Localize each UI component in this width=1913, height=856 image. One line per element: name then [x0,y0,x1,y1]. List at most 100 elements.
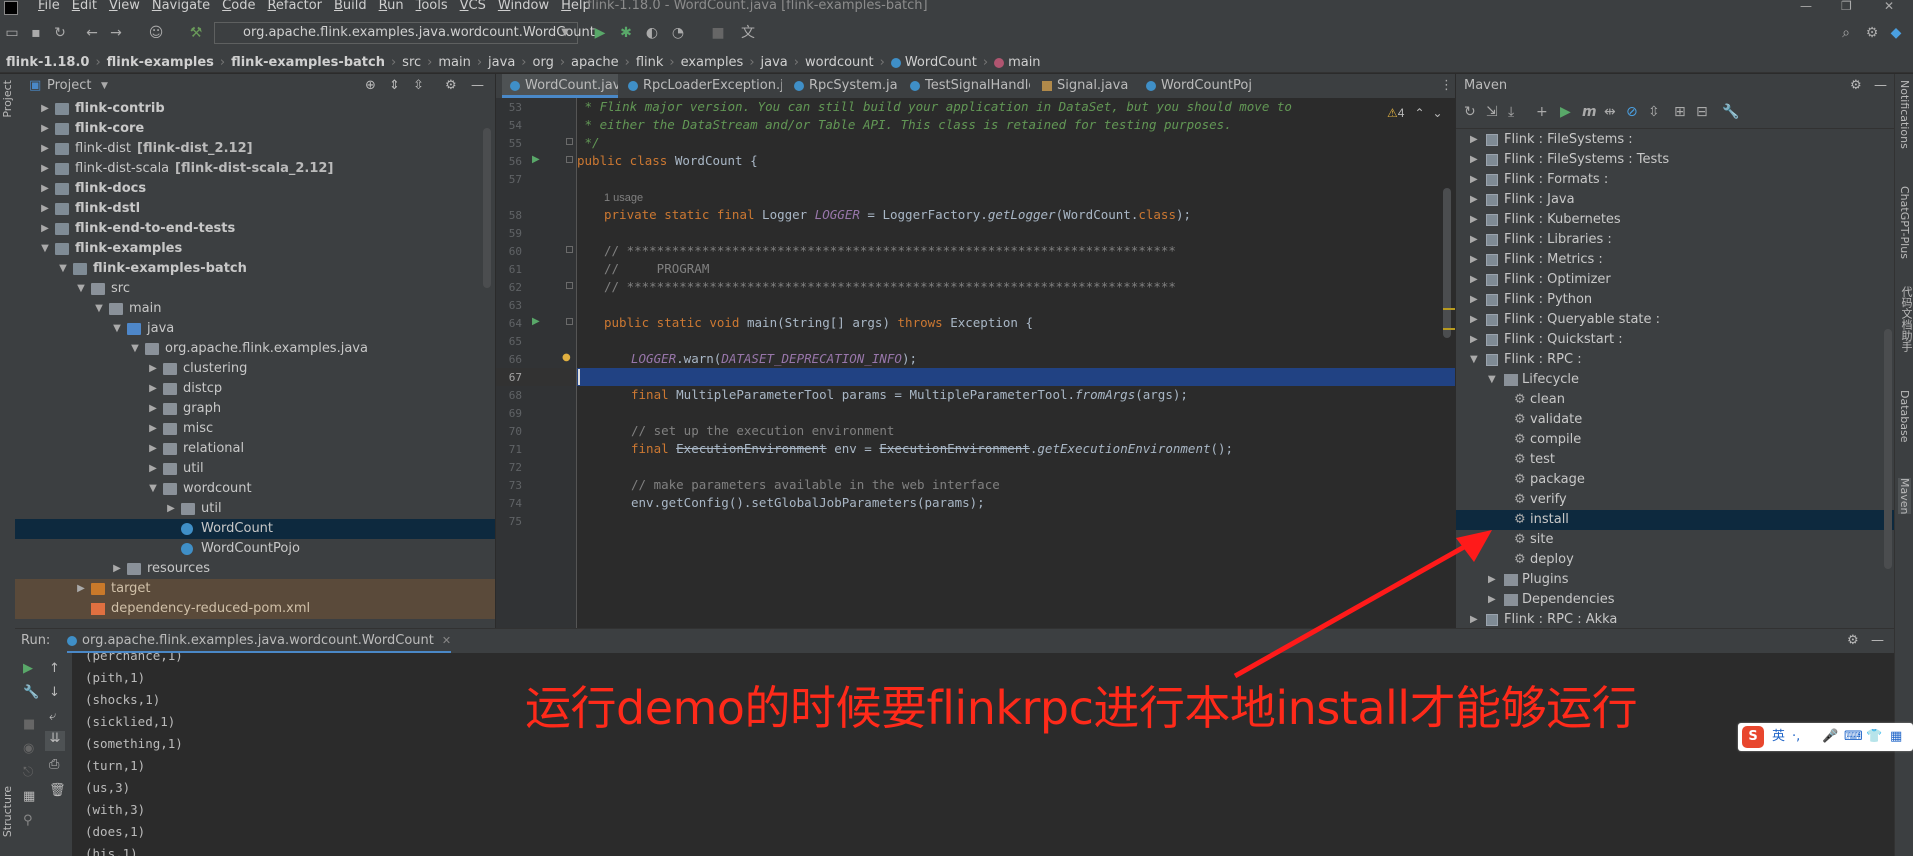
chatgpt-tool-tab[interactable]: ChatGPT-Plus [1898,186,1911,259]
scroll-to-end-icon[interactable]: ⇊ [45,731,65,751]
breadcrumb-item[interactable]: main [438,53,470,73]
maven-tool-tab[interactable]: Maven [1898,478,1911,515]
chevron-right-icon[interactable]: ▶ [147,379,159,399]
execute-goal-icon[interactable]: m [1582,104,1597,120]
chevron-right-icon[interactable]: ▶ [1470,130,1478,150]
fold-icon[interactable] [566,246,573,253]
jetbrains-toolbox-icon[interactable]: ◆ [1888,25,1904,41]
tree-item[interactable]: ▶ flink-dist-scala [flink-dist-scala_2.12] [15,159,495,179]
breadcrumb-item[interactable]: WordCount [905,53,977,73]
hide-icon[interactable]: — [1871,629,1884,653]
maven-tree-item[interactable]: ▶ Flink : Kubernetes [1456,210,1894,230]
database-tool-tab[interactable]: Database [1898,390,1911,443]
reload-icon[interactable]: ↻ [1464,104,1476,120]
gear-icon[interactable]: ⚙ [1850,74,1862,98]
analyze-icon[interactable]: ⊟ [1696,104,1708,120]
chevron-right-icon[interactable]: ▶ [1470,150,1478,170]
maven-tree-item[interactable]: ▶ Flink : Libraries : [1456,230,1894,250]
chevron-right-icon[interactable]: ▶ [39,199,51,219]
maven-tree-item[interactable]: ▶ Dependencies [1456,590,1894,610]
chevron-right-icon[interactable]: ▶ [1470,290,1478,310]
tree-item[interactable]: ▶ distcp [15,379,495,399]
up-arrow-icon[interactable]: ↑ [49,661,60,676]
tree-item[interactable]: ▼ org.apache.flink.examples.java [15,339,495,359]
microphone-icon[interactable]: 🎤 [1822,723,1838,751]
tree-item[interactable]: ▶ flink-dstl [15,199,495,219]
add-icon[interactable]: + [1536,104,1548,120]
maven-tree-item[interactable]: ▶ Plugins [1456,570,1894,590]
tree-item[interactable]: ▶ target [15,579,495,599]
breadcrumb-item[interactable]: flink [636,53,664,73]
project-scrollbar[interactable] [483,128,491,288]
tree-item[interactable]: ▶ flink-docs [15,179,495,199]
menu-build[interactable]: Build [334,0,367,14]
close-window-icon[interactable]: ✕ [1884,0,1894,14]
breadcrumb-item[interactable]: flink-examples [107,53,214,73]
fold-icon[interactable] [566,138,573,145]
chevron-down-icon[interactable]: ▼ [1488,370,1496,390]
menu-view[interactable]: View [109,0,140,14]
tree-item[interactable]: ▼ src [15,279,495,299]
usage-hint[interactable]: 1 usage [604,188,643,206]
toolbox-icon[interactable]: ▦ [1890,723,1902,751]
warning-marker[interactable] [1443,308,1455,310]
maven-tree-item[interactable]: ▶ Flink : Formats : [1456,170,1894,190]
chevron-right-icon[interactable]: ▶ [1470,210,1478,230]
maven-tree-item[interactable]: ▶ Flink : Optimizer [1456,270,1894,290]
tree-item[interactable]: ▼ main [15,299,495,319]
menu-file[interactable]: File [38,0,60,14]
maven-tree-item[interactable]: ▶ Flink : RPC : Akka [1456,610,1894,628]
tree-item[interactable]: ▶ util [15,499,495,519]
maven-scrollbar[interactable] [1884,329,1892,569]
editor-tab[interactable]: WordCountPojo.ja [1138,74,1252,98]
collapse-all-icon[interactable]: ⇳ [1648,104,1660,120]
skip-tests-icon[interactable]: ⊘ [1626,104,1638,120]
chevron-right-icon[interactable]: ▶ [1470,190,1478,210]
maven-tree-item[interactable]: ▼ Lifecycle [1456,370,1894,390]
maven-tree-item[interactable]: ▶ Flink : FileSystems : [1456,130,1894,150]
chevron-right-icon[interactable]: ▶ [165,499,177,519]
locate-icon[interactable]: ⊕ [365,74,376,98]
chevron-right-icon[interactable]: ▶ [1470,250,1478,270]
chevron-right-icon[interactable]: ▶ [1470,230,1478,250]
search-icon[interactable]: ⌕ [1838,25,1854,41]
editor-tab[interactable]: RpcLoaderException.java✕ [620,74,782,98]
pin-icon[interactable]: ⚲ [23,813,33,828]
menu-run[interactable]: Run [379,0,404,14]
next-highlight-icon[interactable]: ⌄ [1433,106,1443,120]
generate-sources-icon[interactable]: ⇲ [1486,104,1498,120]
chevron-right-icon[interactable]: ▶ [1470,170,1478,190]
minimize-icon[interactable]: — [1800,0,1812,14]
chevron-down-icon[interactable]: ▼ [93,299,105,319]
ime-punctuation[interactable]: ·, [1792,723,1800,751]
menu-window[interactable]: Window [498,0,549,14]
hide-icon[interactable]: — [471,74,484,98]
chevron-right-icon[interactable]: ▶ [1470,330,1478,350]
breadcrumb-item[interactable]: java [488,53,515,73]
chevron-down-icon[interactable]: ▼ [75,279,87,299]
tree-item[interactable]: ▶ flink-dist [flink-dist_2.12] [15,139,495,159]
project-panel-title[interactable]: Project [47,74,91,98]
run-icon[interactable]: ▶ [1560,104,1571,120]
chevron-right-icon[interactable]: ▶ [75,579,87,599]
project-tool-tab[interactable]: Project [1,80,14,118]
breadcrumb-item[interactable]: flink-examples-batch [231,53,385,73]
build-hammer-icon[interactable]: ⚒ [188,25,204,41]
menu-tools[interactable]: Tools [416,0,448,14]
down-arrow-icon[interactable]: ↓ [49,685,60,700]
tree-item[interactable]: WordCount [15,519,495,539]
close-icon[interactable]: ✕ [442,634,451,647]
gear-icon[interactable]: ⚙ [1847,629,1859,653]
tree-item[interactable]: ▶ relational [15,439,495,459]
chevron-right-icon[interactable]: ▶ [1470,270,1478,290]
fold-icon[interactable] [566,156,573,163]
exit-icon[interactable]: ⎋ [23,765,33,780]
inspection-widget[interactable]: ⚠4 ⌃ ⌄ [1387,104,1443,122]
warning-marker[interactable] [1443,328,1455,330]
run-gutter-icon[interactable]: ▶ [532,154,540,165]
gear-icon[interactable]: ⚙ [445,74,457,98]
menu-vcs[interactable]: VCS [460,0,486,14]
show-dependencies-icon[interactable]: ⊞ [1674,104,1686,120]
breadcrumb-item[interactable]: main [1008,53,1040,73]
maven-tree-item[interactable]: ▶ Flink : Quickstart : [1456,330,1894,350]
